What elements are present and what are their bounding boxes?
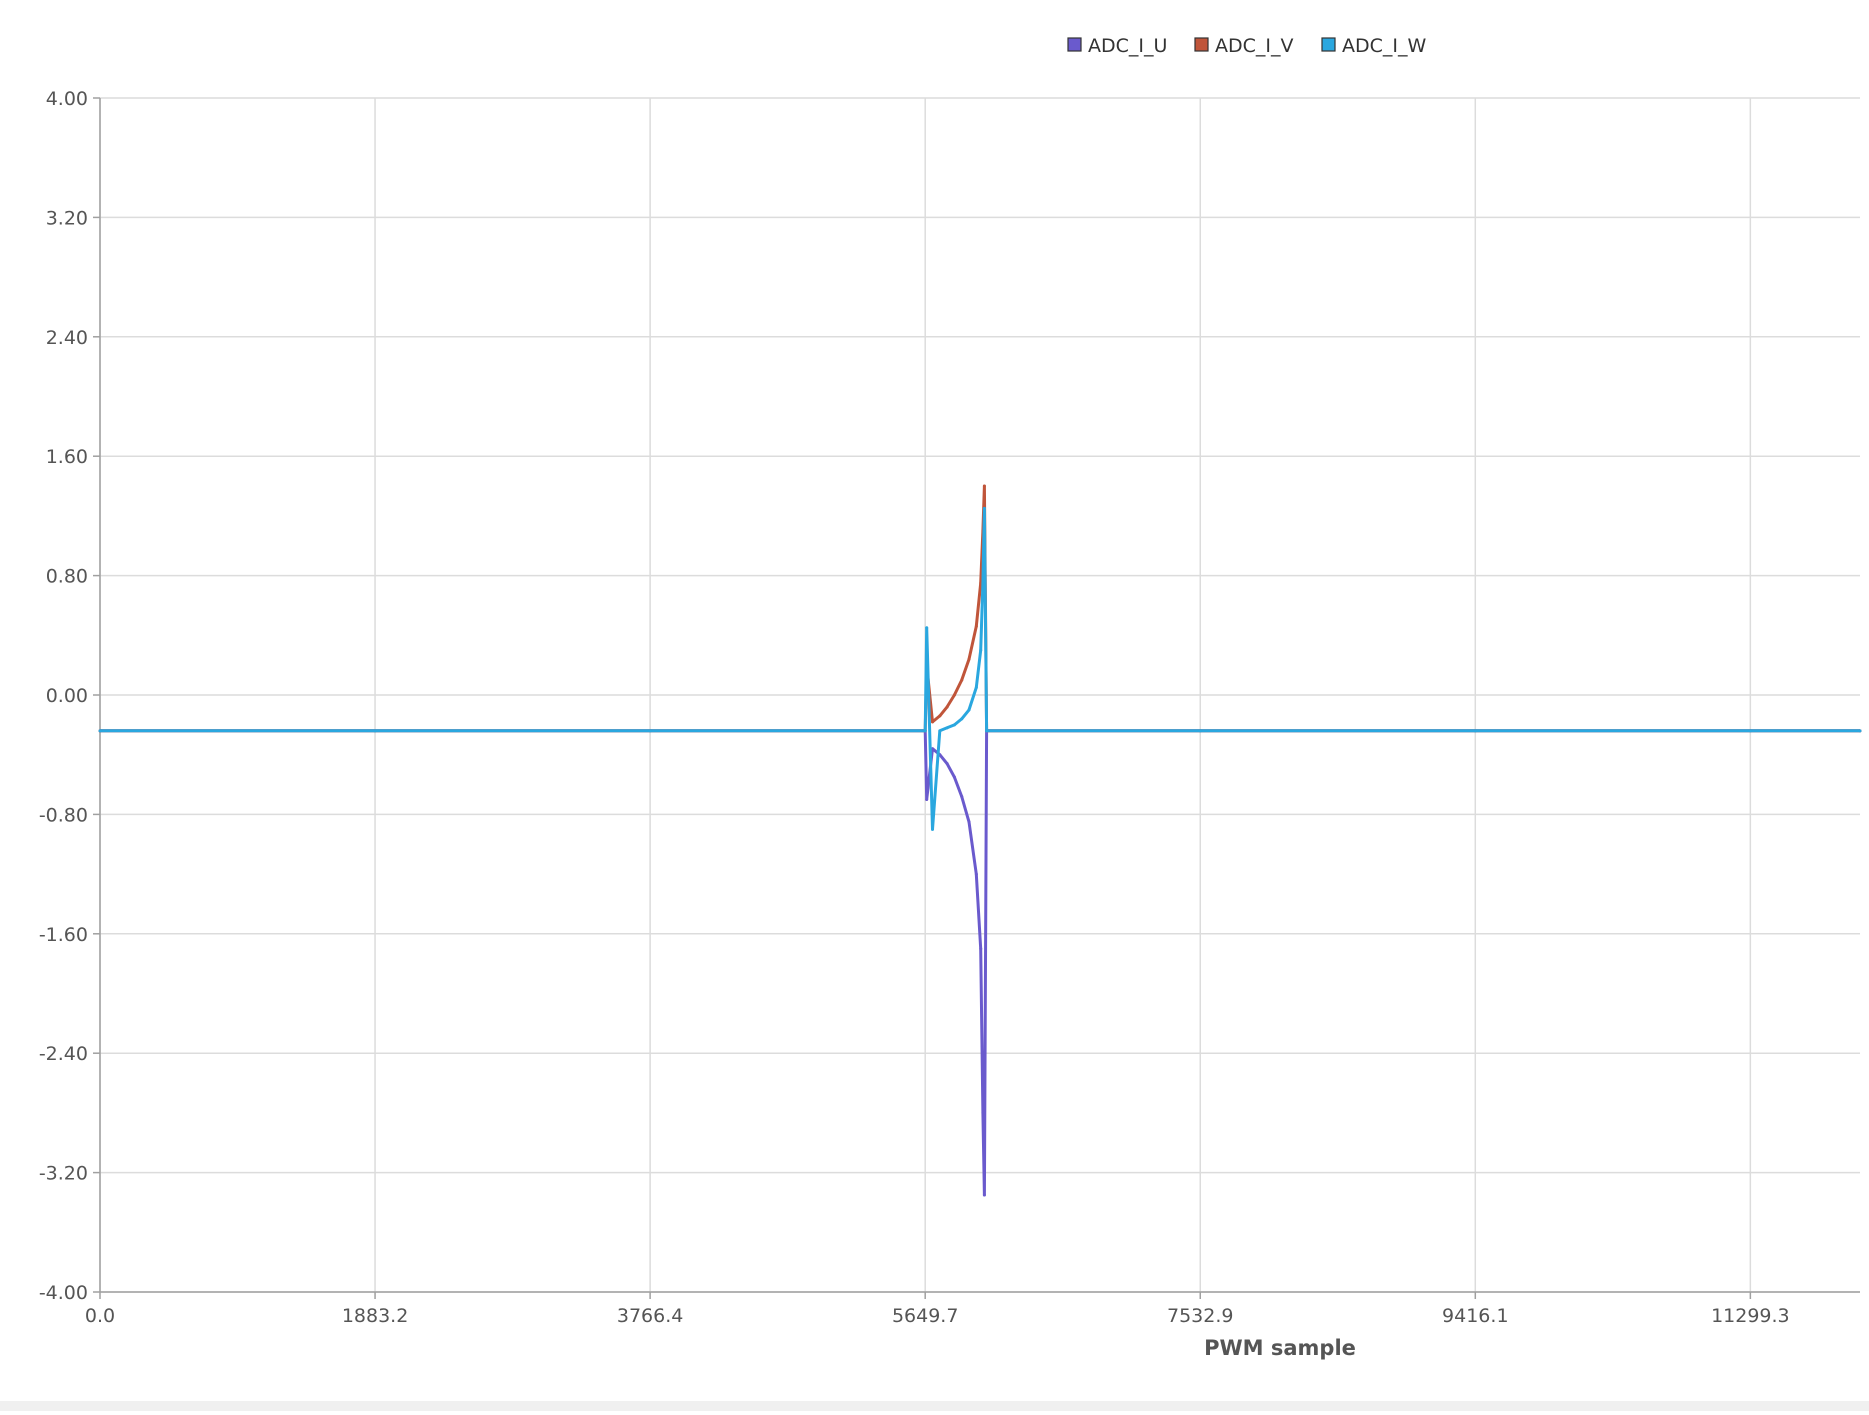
y-tick-label: -4.00 [39,1282,88,1304]
y-tick-label: -1.60 [39,924,88,946]
data-point [373,729,377,733]
data-point [982,506,986,510]
footer-strip [0,1401,1869,1411]
data-point [931,827,935,831]
data-point [982,1193,986,1197]
legend-swatch [1321,37,1336,52]
legend-label: ADC_I_V [1215,35,1294,57]
x-tick-label: 9416.1 [1442,1305,1508,1327]
data-point [945,762,949,766]
y-tick-label: 1.60 [46,446,88,468]
data-point [967,820,971,824]
data-point [979,648,983,652]
data-point [960,794,964,798]
x-axis-title: PWM sample [1204,1336,1356,1360]
data-point [960,717,964,721]
data-point [952,775,956,779]
y-tick-label: 0.80 [46,566,88,588]
data-point [1858,729,1862,733]
x-tick-label: 5649.7 [892,1305,958,1327]
legend-label: ADC_I_U [1088,35,1167,57]
data-point [923,729,927,733]
data-point [952,693,956,697]
data-point [985,729,989,733]
x-tick-label: 11299.3 [1711,1305,1790,1327]
legend-swatch [1067,37,1082,52]
x-tick-label: 7532.9 [1167,1305,1233,1327]
data-point [967,657,971,661]
legend-label: ADC_I_W [1342,35,1426,57]
data-point [938,714,942,718]
y-tick-label: 2.40 [46,327,88,349]
y-tick-label: 4.00 [46,88,88,110]
data-point [952,723,956,727]
x-tick-label: 3766.4 [617,1305,683,1327]
data-point [925,797,929,801]
data-point [98,729,102,733]
adc-current-chart: 4.00 3.20 2.40 1.60 0.80 0.00 -0.80 -1.60 -2.40 -… [0,0,1869,1411]
data-point [1473,729,1477,733]
data-point [938,729,942,733]
legend-swatch [1194,37,1209,52]
y-tick-label: -0.80 [39,804,88,826]
data-point [967,708,971,712]
chart-background [0,0,1869,1411]
data-point [960,678,964,682]
data-point [974,686,978,690]
data-point [981,1111,985,1115]
y-tick-label: -3.20 [39,1163,88,1185]
x-tick-label: 0.0 [85,1305,115,1327]
data-point [648,729,652,733]
legend[interactable]: ADC_I_U ADC_I_V ADC_I_W [1067,35,1426,57]
y-tick-label: 0.00 [46,685,88,707]
data-point [981,581,985,585]
data-point [974,624,978,628]
data-point [945,726,949,730]
data-point [945,705,949,709]
data-point [931,720,935,724]
data-point [1748,729,1752,733]
data-point [974,872,978,876]
data-point [1198,729,1202,733]
data-point [925,626,929,630]
chart-root: 4.00 3.20 2.40 1.60 0.80 0.00 -0.80 -1.60 -2.40 -… [0,0,1869,1411]
data-point [979,947,983,951]
data-point [982,484,986,488]
y-tick-label: -2.40 [39,1043,88,1065]
x-tick-label: 1883.2 [342,1305,408,1327]
y-tick-label: 3.20 [46,207,88,229]
